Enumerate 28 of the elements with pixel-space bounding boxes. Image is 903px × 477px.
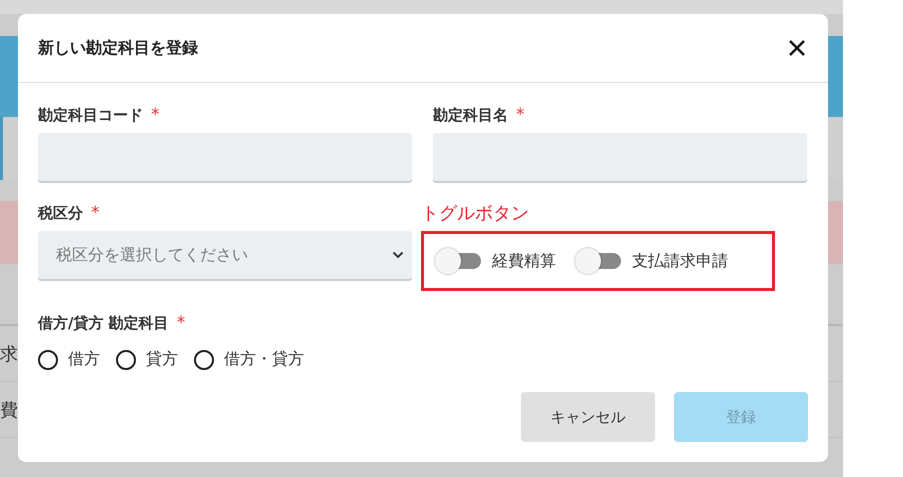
required-mark: *: [516, 105, 524, 125]
field-label: 勘定科目コード: [38, 106, 143, 124]
required-mark: *: [176, 313, 186, 333]
cancel-button[interactable]: キャンセル: [521, 392, 655, 442]
table-cell-text: 費: [0, 398, 18, 422]
toggle-switch[interactable]: [434, 247, 482, 275]
field-label: 借方/貸方 勘定科目: [38, 314, 169, 332]
radio-label: 貸方: [146, 349, 178, 370]
required-mark: *: [91, 203, 100, 223]
radio-button[interactable]: [116, 350, 136, 370]
input-field[interactable]: [38, 133, 412, 181]
dialog-title: 新しい勘定科目を登録: [38, 38, 198, 58]
input-field[interactable]: [433, 133, 807, 181]
radio-label: 借方: [68, 349, 100, 370]
toggle-switch[interactable]: [574, 247, 622, 275]
select-field[interactable]: 税区分を選択してください: [38, 231, 412, 279]
required-mark: *: [151, 105, 160, 125]
toggle-label: 経費精算: [492, 250, 556, 272]
radio-button[interactable]: [194, 350, 214, 370]
radio-button[interactable]: [38, 350, 58, 370]
annotation-text: トグルボタン: [421, 202, 529, 225]
toggle-label: 支払請求申請: [632, 250, 728, 272]
field-label: 勘定科目名: [433, 106, 508, 124]
chevron-down-icon: [392, 251, 404, 259]
field-label: 税区分: [38, 204, 83, 222]
close-icon[interactable]: [788, 39, 806, 57]
table-cell-text: 求: [0, 342, 18, 366]
radio-label: 借方・貸方: [224, 349, 304, 370]
